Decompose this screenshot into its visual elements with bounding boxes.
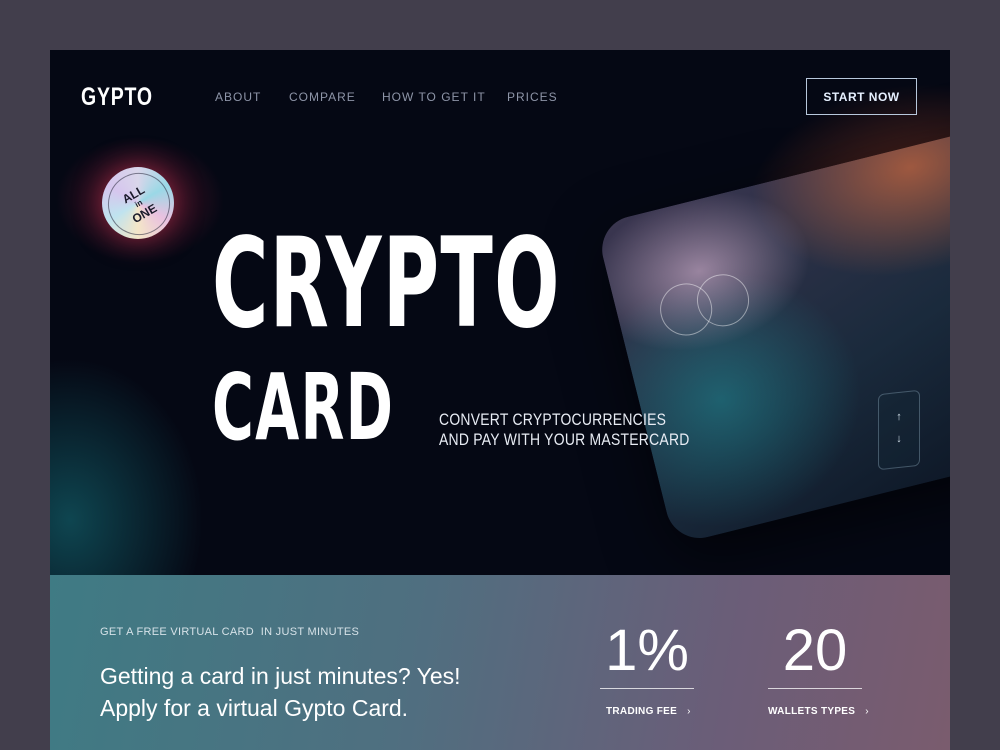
info-lead-line-1: Getting a card in just minutes? Yes! [100,663,461,689]
brand-logo[interactable]: GYPTO [81,83,153,112]
info-eyebrow: GET A FREE VIRTUAL CARD IN JUST MINUTES [100,626,360,638]
chevron-right-icon: › [865,706,869,717]
hero-tagline-line-1: CONVERT CRYPTOCURRENCIES [439,410,667,429]
scroll-control: ↑ ↓ [878,389,920,471]
arrow-up-icon[interactable]: ↑ [879,409,919,425]
stat-trading-fee-divider [600,688,694,689]
stat-trading-fee-value: 1% [605,618,689,683]
crypto-card-image [595,111,950,546]
all-in-one-badge: ALL in ONE [96,161,182,247]
info-lead-line-2: Apply for a virtual Gypto Card. [100,695,409,721]
trading-fee-link[interactable]: TRADING FEE › [606,706,691,717]
stat-wallets-divider [768,688,862,689]
hero-tagline-line-2: AND PAY WITH YOUR MASTERCARD [439,430,690,449]
wallets-types-label: WALLETS TYPES [768,706,856,717]
hero-section: GYPTO ABOUT COMPARE HOW TO GET IT PRICES… [50,50,950,575]
nav-link-prices[interactable]: PRICES [507,90,558,104]
start-now-button[interactable]: START NOW [806,78,917,115]
nav-link-about[interactable]: ABOUT [215,90,261,104]
stat-wallets-value: 20 [782,618,848,683]
badge-line-3: ONE [129,200,160,227]
info-section: GET A FREE VIRTUAL CARD IN JUST MINUTES … [50,575,950,750]
landing-page-frame: GYPTO ABOUT COMPARE HOW TO GET IT PRICES… [50,50,950,750]
badge-text: ALL in ONE [96,161,182,247]
chevron-right-icon: › [687,706,691,717]
nav-link-compare[interactable]: COMPARE [289,90,356,104]
hero-tagline: CONVERT CRYPTOCURRENCIES AND PAY WITH YO… [439,410,690,450]
top-navigation: GYPTO ABOUT COMPARE HOW TO GET IT PRICES… [50,50,950,150]
trading-fee-label: TRADING FEE [606,706,678,717]
nav-link-how-to-get-it[interactable]: HOW TO GET IT [382,90,486,104]
hero-headline-line-1: CRYPTO [212,212,561,356]
hero-headline-line-2: CARD [212,354,395,461]
info-lead: Getting a card in just minutes? Yes! App… [100,660,520,724]
wallets-types-link[interactable]: WALLETS TYPES › [768,706,869,717]
arrow-down-icon[interactable]: ↓ [879,431,919,447]
